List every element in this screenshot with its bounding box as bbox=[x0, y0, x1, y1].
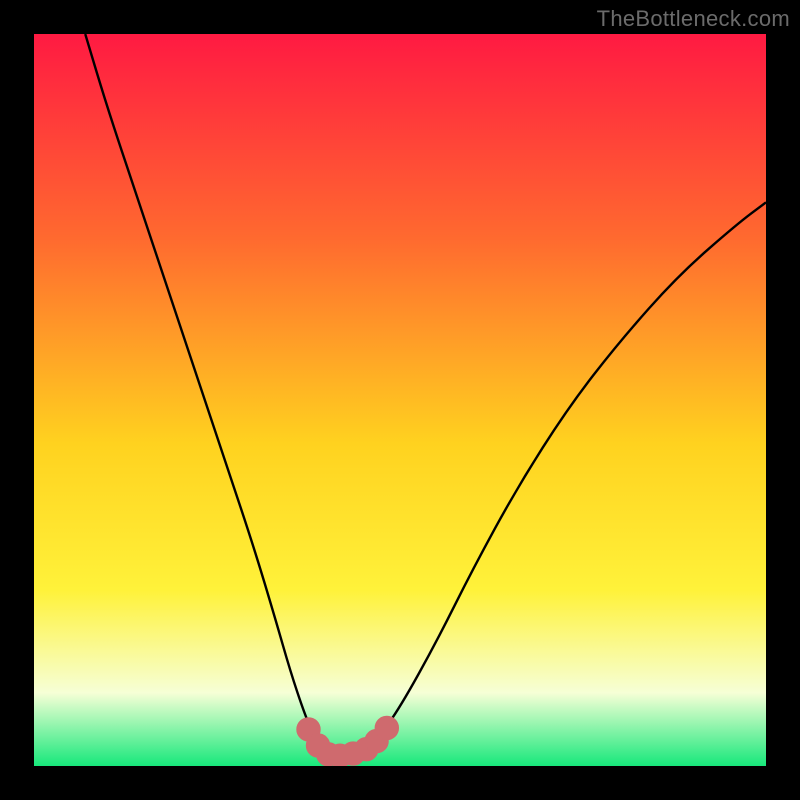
watermark-text: TheBottleneck.com bbox=[597, 6, 790, 32]
chart-frame: TheBottleneck.com bbox=[0, 0, 800, 800]
bottleneck-chart bbox=[34, 34, 766, 766]
gradient-background bbox=[34, 34, 766, 766]
plot-area bbox=[34, 34, 766, 766]
valley-marker bbox=[375, 716, 398, 739]
